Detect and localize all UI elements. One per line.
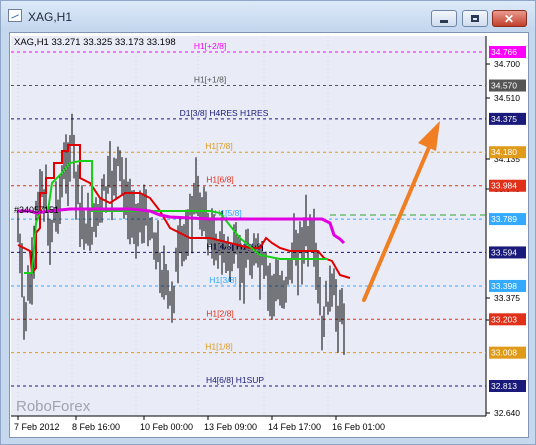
level-price-text: 33.008 (491, 348, 517, 358)
level-price-text: 34.570 (491, 81, 517, 91)
close-button[interactable]: ✕ (492, 10, 527, 27)
time-scale-label: 7 Feb 2012 (14, 422, 60, 432)
level-price-text: 33.984 (491, 181, 517, 191)
level-price-text: 33.398 (491, 281, 517, 291)
time-scale-label: 13 Feb 09:00 (204, 422, 257, 432)
level-price-text: 32.813 (491, 381, 517, 391)
level-label: H1[2/8] (206, 308, 233, 318)
maximize-icon (471, 15, 479, 22)
window-title: XAG,H1 (28, 10, 73, 24)
time-scale-label: 16 Feb 01:00 (332, 422, 385, 432)
level-label: D1[3/8] H4RES H1RES (180, 108, 269, 118)
close-icon: ✕ (504, 12, 515, 26)
price-scale-label: 33.375 (494, 293, 520, 303)
time-scale-label: 10 Feb 00:00 (140, 422, 193, 432)
minimize-icon (440, 20, 448, 23)
level-label: H1[1/8] (205, 342, 232, 352)
price-chart[interactable]: H1[+2/8] H1[+1/8] D1[3/8] H4RES H1RES H1[7/… (10, 33, 528, 437)
minimize-button[interactable] (431, 10, 457, 27)
price-scale-label: 32.640 (494, 408, 520, 418)
level-price-text: 33.203 (491, 314, 517, 324)
level-label: H1[3/8] (209, 275, 236, 285)
level-label: H4[6/8] H1SUP (206, 375, 264, 385)
price-scale-label: 34.700 (494, 59, 520, 69)
level-price-text: 34.766 (491, 47, 517, 57)
chart-header: XAG,H1 33.271 33.325 33.173 33.198 (14, 37, 176, 48)
maximize-button[interactable] (462, 10, 488, 27)
chart-area[interactable]: H1[+2/8] H1[+1/8] D1[3/8] H4RES H1RES H1[7/… (9, 32, 529, 438)
level-price-text: 34.375 (491, 114, 517, 124)
level-price-text: 33.789 (491, 214, 517, 224)
price-scale-label: 34.510 (494, 93, 520, 103)
chart-window-icon (8, 9, 22, 22)
level-price-text: 34.180 (491, 147, 517, 157)
order-line-label: #34057151 (14, 205, 59, 215)
level-label: H1[7/8] (205, 141, 232, 151)
level-price-text: 33.594 (491, 247, 517, 257)
level-label: H1[6/8] (206, 175, 233, 185)
title-bar[interactable]: XAG,H1 ✕ (1, 1, 535, 31)
broker-watermark: RoboForex (16, 398, 91, 415)
time-scale-label: 14 Feb 17:00 (268, 422, 321, 432)
level-label: H1[+2/8] (194, 41, 226, 51)
time-scale-label: 8 Feb 16:00 (72, 422, 120, 432)
chart-window: XAG,H1 ✕ H1[+2/8] H1[+1/8] D1[3/8] H4RES H… (0, 0, 536, 445)
level-label: H1[+1/8] (194, 75, 226, 85)
